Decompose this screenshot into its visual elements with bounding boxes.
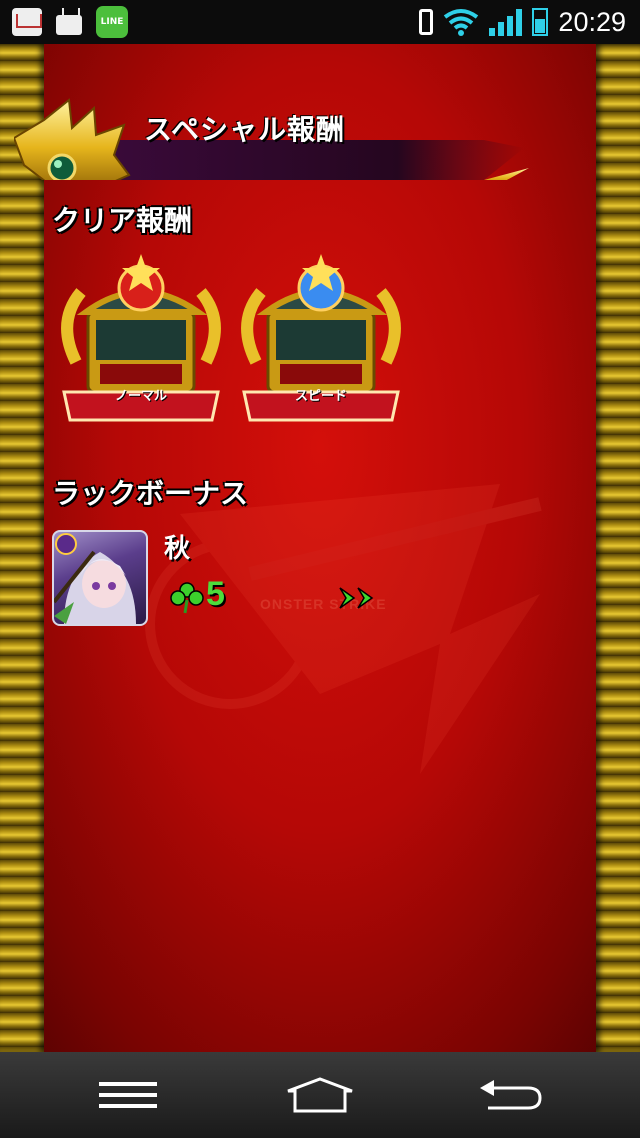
character-avatar[interactable] <box>52 530 148 626</box>
vibrate-icon <box>419 9 434 35</box>
back-button[interactable] <box>450 1052 570 1138</box>
luck-value: 5 <box>206 575 225 613</box>
system-status: 20:29 <box>419 7 640 38</box>
home-button[interactable] <box>260 1052 380 1138</box>
gold-border-right <box>596 44 640 1052</box>
signal-icon <box>489 8 523 36</box>
chest-label-normal: ノーマル <box>114 389 167 404</box>
reward-chest-speed[interactable]: スピード <box>236 252 406 442</box>
back-icon <box>480 1080 542 1110</box>
notification-area: LINE <box>0 6 128 38</box>
double-chevron-right-icon <box>339 587 374 609</box>
gold-border-left <box>0 44 44 1052</box>
luck-bonus-heading: ラックボーナス <box>52 477 249 510</box>
wifi-icon <box>444 9 479 36</box>
navigation-bar <box>0 1052 640 1138</box>
home-icon <box>287 1077 353 1113</box>
line-app-icon: LINE <box>96 6 128 38</box>
clear-reward-heading: クリア報酬 <box>52 204 193 237</box>
menu-icon <box>99 1082 157 1108</box>
page-title: スペシャル報酬 <box>144 113 346 146</box>
treasure-chest-icon <box>61 254 221 422</box>
clock: 20:29 <box>558 6 626 37</box>
tv-icon <box>56 15 82 35</box>
monster-strike-logo-watermark <box>145 484 542 774</box>
screen: LINE 20:29 ONSTER STRIKE スペシャル報酬 クリア報酬 ノ… <box>0 0 640 1138</box>
line-app-label: LINE <box>100 17 124 27</box>
clover-icon <box>170 582 204 614</box>
mail-icon <box>12 8 42 36</box>
reward-chest-normal[interactable]: ノーマル <box>56 252 226 442</box>
chest-label-speed: スピード <box>294 389 347 404</box>
treasure-chest-icon <box>241 254 401 422</box>
menu-button[interactable] <box>68 1052 188 1138</box>
status-bar: LINE 20:29 <box>0 0 640 44</box>
character-portrait-icon <box>54 533 136 624</box>
game-screen: ONSTER STRIKE スペシャル報酬 クリア報酬 ノーマル スピード ラッ… <box>0 44 640 1052</box>
battery-icon <box>532 8 549 36</box>
character-name: 秋 <box>164 534 191 564</box>
